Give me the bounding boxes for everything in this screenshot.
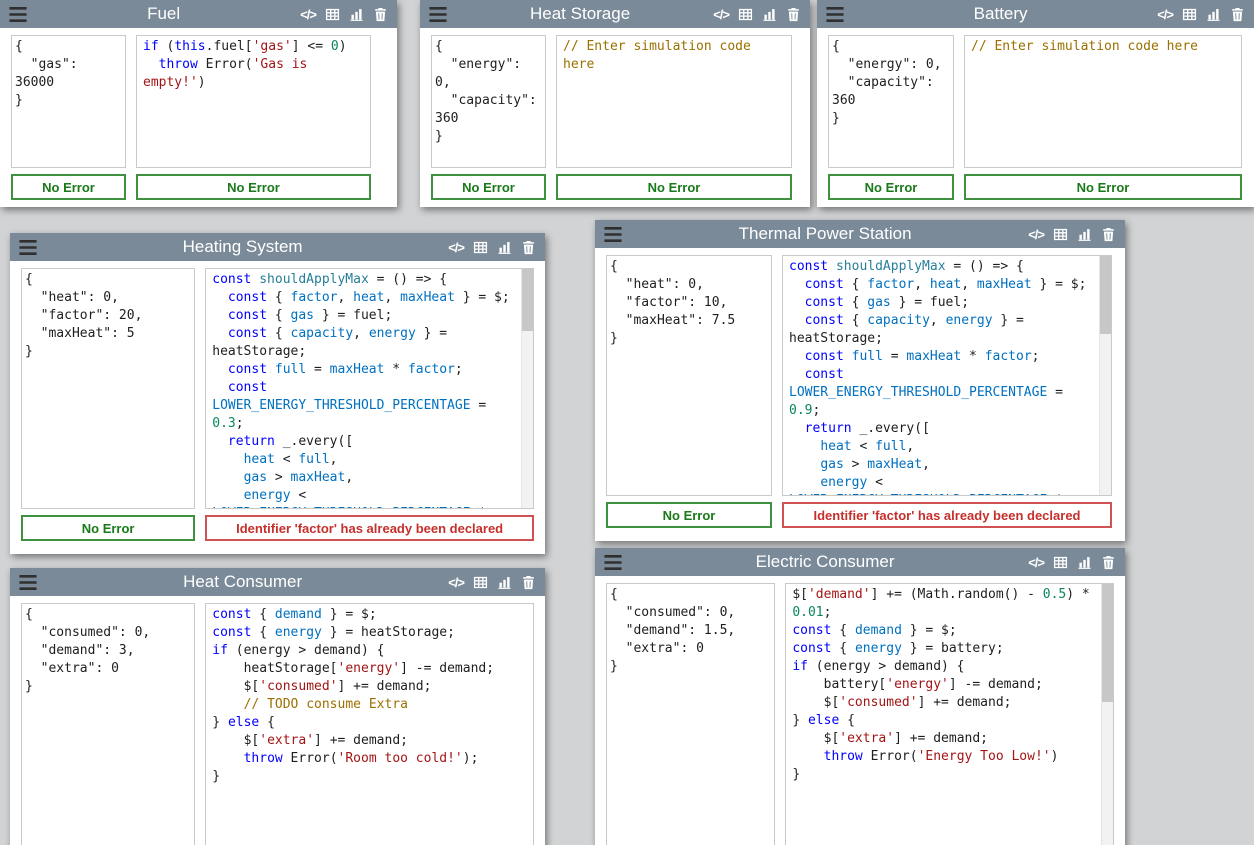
code-status-badge: No Error [964,174,1242,200]
trash-icon[interactable] [1101,227,1116,242]
code-view-icon[interactable]: </> [713,7,729,22]
code-view-icon[interactable]: </> [1157,7,1173,22]
state-json-editor[interactable]: { "heat": 0, "factor": 10, "maxHeat": 7.… [606,255,772,496]
panel-header-electric-consumer[interactable]: Electric Consumer </> [595,548,1125,576]
table-view-icon[interactable] [1053,555,1068,570]
chart-view-icon[interactable] [497,575,512,590]
chart-view-icon[interactable] [762,7,777,22]
code-editor[interactable]: const shouldApplyMax = () => { const { f… [205,268,534,509]
code-status-badge: Identifier 'factor' has already been dec… [782,502,1112,528]
panel-actions: </> [448,575,536,590]
code-status-badge: Identifier 'factor' has already been dec… [205,515,534,541]
status-row: No Error No Error [817,168,1254,200]
panel-title: Battery [844,4,1157,24]
status-row: No Error No Error [0,168,397,200]
menu-icon[interactable] [826,7,844,22]
panel-header-battery[interactable]: Battery </> [817,0,1254,28]
panel-title: Thermal Power Station [622,224,1028,244]
state-json-editor[interactable]: { "heat": 0, "factor": 20, "maxHeat": 5 … [21,268,195,509]
panel-heating-system: Heating System </> { "heat": 0, "factor"… [10,233,545,554]
panel-actions: </> [1028,227,1116,242]
panel-actions: </> [1157,7,1245,22]
table-view-icon[interactable] [738,7,753,22]
code-view-icon[interactable]: </> [1028,227,1044,242]
panel-heat-storage: Heat Storage </> { "energy": 0, "capacit… [420,0,810,207]
state-json-editor[interactable]: { "energy": 0, "capacity": 360 } [431,35,546,168]
code-editor[interactable]: if (this.fuel['gas'] <= 0) throw Error('… [136,35,371,168]
state-json-editor[interactable]: { "consumed": 0, "demand": 1.5, "extra":… [606,583,775,845]
panel-header-fuel[interactable]: Fuel </> [0,0,397,28]
table-view-icon[interactable] [1053,227,1068,242]
status-row: No Error No Error [420,168,810,200]
menu-icon[interactable] [9,7,27,22]
panel-header-thermal-power-station[interactable]: Thermal Power Station </> [595,220,1125,248]
panel-actions: </> [448,240,536,255]
scrollbar[interactable] [1099,256,1111,495]
code-editor[interactable]: const shouldApplyMax = () => { const { f… [782,255,1112,496]
panel-actions: </> [713,7,801,22]
chart-view-icon[interactable] [1077,555,1092,570]
state-status-badge: No Error [606,502,772,528]
trash-icon[interactable] [1101,555,1116,570]
chart-view-icon[interactable] [349,7,364,22]
table-view-icon[interactable] [473,240,488,255]
menu-icon[interactable] [604,555,622,570]
code-status-badge: No Error [136,174,371,200]
panel-header-heat-consumer[interactable]: Heat Consumer </> [10,568,545,596]
code-editor[interactable]: // Enter simulation code here [964,35,1242,168]
panel-heat-consumer: Heat Consumer </> { "consumed": 0, "dema… [10,568,545,845]
table-view-icon[interactable] [325,7,340,22]
scrollbar[interactable] [1101,584,1113,845]
panel-battery: Battery </> { "energy": 0, "capacity": 3… [817,0,1254,207]
panel-title: Electric Consumer [622,552,1028,572]
state-json-editor[interactable]: { "gas": 36000 } [11,35,126,168]
panel-actions: </> [300,7,388,22]
panel-thermal-power-station: Thermal Power Station </> { "heat": 0, "… [595,220,1125,541]
status-row: No Error Identifier 'factor' has already… [595,496,1125,528]
panel-title: Heat Consumer [37,572,448,592]
code-view-icon[interactable]: </> [448,575,464,590]
code-view-icon[interactable]: </> [300,7,316,22]
menu-icon[interactable] [429,7,447,22]
scrollbar[interactable] [521,269,533,508]
trash-icon[interactable] [786,7,801,22]
state-status-badge: No Error [21,515,195,541]
panel-header-heating-system[interactable]: Heating System </> [10,233,545,261]
chart-view-icon[interactable] [1077,227,1092,242]
code-editor[interactable]: $['demand'] += (Math.random() - 0.5) * 0… [785,583,1114,845]
code-view-icon[interactable]: </> [448,240,464,255]
code-status-badge: No Error [556,174,792,200]
state-status-badge: No Error [431,174,546,200]
code-editor[interactable]: const { demand } = $;const { energy } = … [205,603,534,845]
panel-fuel: Fuel </> { "gas": 36000 } if (this.fuel[… [0,0,397,207]
trash-icon[interactable] [521,575,536,590]
table-view-icon[interactable] [1182,7,1197,22]
state-json-editor[interactable]: { "energy": 0, "capacity": 360 } [828,35,954,168]
state-json-editor[interactable]: { "consumed": 0, "demand": 3, "extra": 0… [21,603,195,845]
menu-icon[interactable] [19,240,37,255]
panel-actions: </> [1028,555,1116,570]
menu-icon[interactable] [604,227,622,242]
chart-view-icon[interactable] [497,240,512,255]
state-status-badge: No Error [11,174,126,200]
chart-view-icon[interactable] [1206,7,1221,22]
trash-icon[interactable] [521,240,536,255]
state-status-badge: No Error [828,174,954,200]
code-view-icon[interactable]: </> [1028,555,1044,570]
panel-electric-consumer: Electric Consumer </> { "consumed": 0, "… [595,548,1125,845]
panel-title: Fuel [27,4,300,24]
status-row: No Error Identifier 'factor' has already… [10,509,545,541]
table-view-icon[interactable] [473,575,488,590]
menu-icon[interactable] [19,575,37,590]
trash-icon[interactable] [373,7,388,22]
code-editor[interactable]: // Enter simulation code here [556,35,792,168]
panel-header-heat-storage[interactable]: Heat Storage </> [420,0,810,28]
trash-icon[interactable] [1230,7,1245,22]
panel-title: Heat Storage [447,4,713,24]
panel-title: Heating System [37,237,448,257]
simulation-workspace: Fuel </> { "gas": 36000 } if (this.fuel[… [0,0,1254,845]
